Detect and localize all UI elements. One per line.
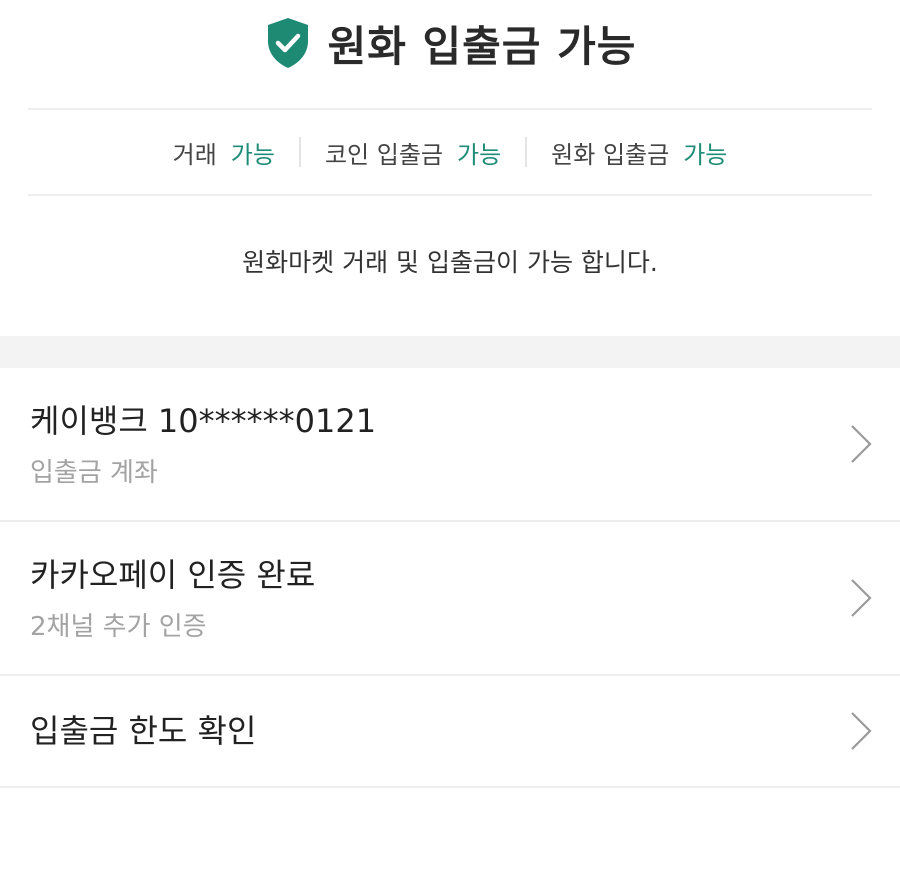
status-trading: 거래 가능: [149, 135, 299, 170]
kakaopay-verification-item[interactable]: 카카오페이 인증 완료 2채널 추가 인증: [0, 522, 900, 676]
chevron-right-icon: [851, 712, 872, 750]
status-description: 원화마켓 거래 및 입출금이 가능 합니다.: [242, 248, 658, 277]
item-title: 카카오페이 인증 완료: [30, 555, 316, 594]
status-summary: 거래 가능 코인 입출금 가능 원화 입출금 가능: [0, 110, 900, 194]
status-label: 거래: [172, 140, 217, 169]
chevron-right-icon: [851, 579, 872, 617]
status-krw-transfer: 원화 입출금 가능: [527, 135, 751, 170]
transfer-limit-item[interactable]: 입출금 한도 확인: [0, 676, 900, 788]
status-label: 코인 입출금: [324, 140, 443, 169]
item-title: 케이뱅크 10******0121: [30, 401, 377, 440]
section-separator: [0, 336, 900, 368]
item-title: 입출금 한도 확인: [30, 712, 257, 750]
item-subtitle: 입출금 계좌: [30, 457, 158, 488]
shield-check-icon: [267, 18, 308, 68]
status-value: 가능: [457, 140, 502, 169]
page-header: 원화 입출금 가능: [0, 0, 900, 86]
item-subtitle: 2채널 추가 인증: [30, 611, 207, 642]
status-coin-transfer: 코인 입출금 가능: [301, 135, 525, 170]
bank-account-item[interactable]: 케이뱅크 10******0121 입출금 계좌: [0, 368, 900, 522]
status-value: 가능: [683, 140, 728, 169]
status-value: 가능: [230, 140, 275, 169]
status-label: 원화 입출금: [551, 140, 670, 169]
page-title: 원화 입출금 가능: [327, 21, 637, 71]
chevron-right-icon: [851, 425, 872, 463]
